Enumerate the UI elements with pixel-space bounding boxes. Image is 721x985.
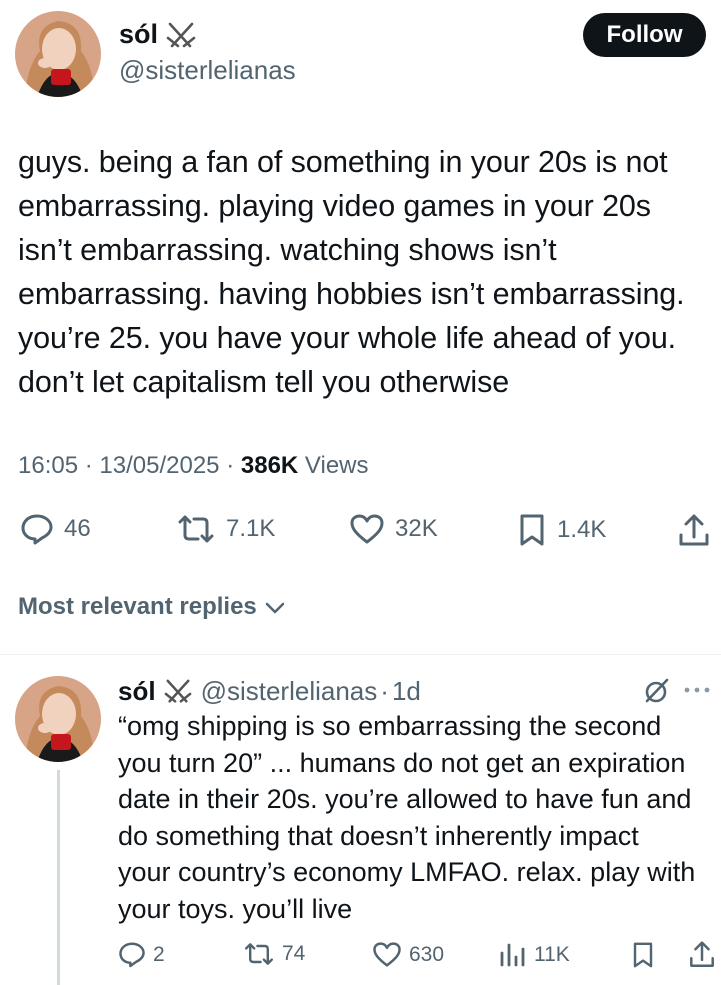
reply-action[interactable]: 46: [20, 513, 91, 545]
like-count: 32K: [395, 515, 438, 542]
reply-reply-count: 2: [153, 942, 165, 966]
like-action[interactable]: 32K: [349, 513, 438, 545]
share-action[interactable]: [677, 513, 711, 549]
crossed-swords-icon: [165, 20, 197, 57]
avatar-image: [15, 11, 101, 97]
bookmark-icon: [520, 514, 544, 546]
heart-icon: [373, 942, 401, 967]
author-handle[interactable]: @sisterlelianas: [119, 55, 296, 86]
tweet-date[interactable]: 13/05/2025: [99, 452, 219, 479]
author-name-text[interactable]: sól: [119, 19, 158, 49]
reply-count: 46: [64, 515, 91, 542]
reply-icon: [21, 514, 53, 545]
reply-repost-action[interactable]: 74: [243, 941, 305, 967]
replies-sort-dropdown[interactable]: Most relevant replies: [18, 593, 288, 621]
follow-button[interactable]: Follow: [583, 13, 706, 57]
bookmark-icon: [633, 942, 653, 968]
avatar-image: [15, 676, 101, 762]
reply-text: “omg shipping is so embarrassing the sec…: [118, 711, 696, 924]
views-chart-icon: [500, 943, 525, 967]
author-avatar[interactable]: [15, 11, 101, 97]
tweet-time[interactable]: 16:05: [18, 452, 78, 479]
reply-header: sól @sisterlelianas · 1d: [118, 676, 421, 707]
reply-views-action[interactable]: 11K: [497, 941, 570, 969]
meta-dot: ·: [84, 452, 100, 479]
share-icon: [679, 514, 709, 546]
reply-views-count: 11K: [534, 943, 570, 966]
reply-author-avatar[interactable]: [15, 676, 101, 762]
reply-repost-count: 74: [282, 942, 306, 965]
thread-line: [57, 770, 60, 985]
crossed-swords-icon: [164, 679, 191, 703]
bookmark-count: 1.4K: [557, 516, 607, 543]
meta-dot: ·: [226, 452, 241, 479]
more-options-icon[interactable]: [680, 678, 714, 707]
reply-icon: [119, 942, 145, 968]
replies-sort-label: Most relevant replies: [18, 593, 257, 620]
views-count: 386K: [240, 452, 299, 479]
share-icon: [690, 941, 714, 967]
reply-like-count: 630: [409, 942, 445, 966]
tweet-meta: 16:05 · 13/05/2025 · 386K Views: [18, 452, 369, 480]
reply-reply-action[interactable]: 2: [118, 941, 165, 968]
repost-icon: [178, 515, 214, 543]
reply-separator: ·: [380, 676, 389, 706]
heart-icon: [350, 514, 384, 544]
chevron-down-icon: [265, 602, 285, 614]
reply-author-name[interactable]: sól: [118, 676, 156, 707]
reply-author-handle[interactable]: @sisterlelianas: [201, 676, 378, 707]
views-label: Views: [304, 452, 369, 479]
reply-share-action[interactable]: [688, 940, 716, 970]
tweet-text: guys. being a fan of something in your 2…: [18, 145, 685, 399]
repost-icon: [245, 943, 273, 965]
repost-action[interactable]: 7.1K: [176, 513, 275, 545]
repost-count: 7.1K: [226, 515, 276, 542]
section-divider: [0, 654, 721, 655]
grok-icon[interactable]: [641, 676, 671, 711]
reply-age[interactable]: 1d: [392, 676, 421, 707]
reply-bookmark-action[interactable]: [631, 941, 655, 969]
reply-like-action[interactable]: 630: [372, 941, 444, 968]
author-name[interactable]: sól: [119, 19, 158, 50]
bookmark-action[interactable]: 1.4K: [517, 513, 606, 547]
